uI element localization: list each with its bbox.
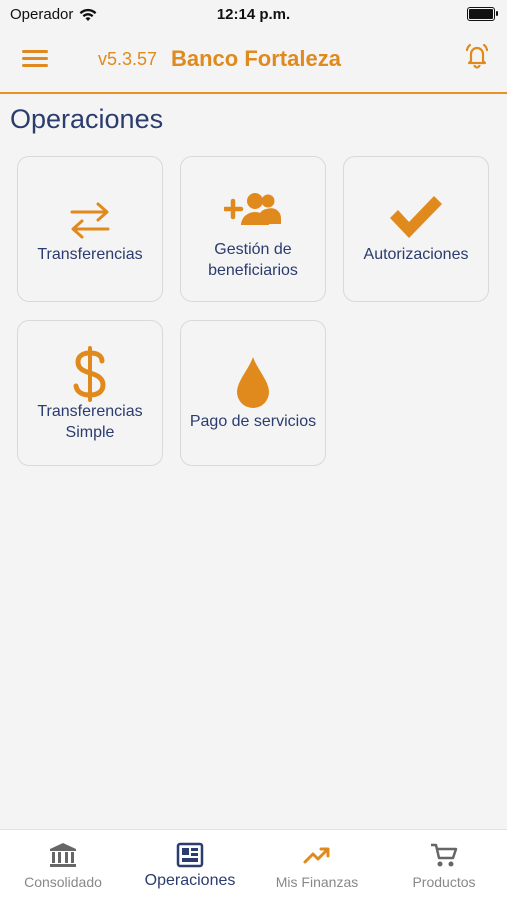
checkmark-icon <box>390 196 442 238</box>
tile-gestion-beneficiarios[interactable]: Gestión de beneficiarios <box>180 156 326 302</box>
bank-icon <box>50 843 76 867</box>
tab-label: Productos <box>412 874 476 890</box>
tab-operaciones[interactable]: Operaciones <box>127 830 253 900</box>
tile-label: Gestión de beneficiarios <box>208 241 298 279</box>
tab-mis-finanzas[interactable]: Mis Finanzas <box>254 830 380 900</box>
tab-label: Consolidado <box>24 874 102 890</box>
app-header: v5.3.57 Banco Fortaleza <box>0 30 507 94</box>
tile-label: Pago de servicios <box>189 413 317 430</box>
menu-icon-line <box>22 64 48 67</box>
tab-label: Operaciones <box>144 872 236 889</box>
tab-label: Mis Finanzas <box>275 874 359 890</box>
app-version: v5.3.57 <box>98 49 158 69</box>
tile-autorizaciones[interactable]: Autorizaciones <box>343 156 489 302</box>
status-bar: Operador 12:14 p.m. <box>0 0 507 30</box>
bottom-tab-bar: Consolidado Operaciones Mis Finanzas Pro… <box>0 829 507 900</box>
tile-pago-servicios[interactable]: Pago de servicios <box>180 320 326 466</box>
add-user-group-icon <box>224 193 281 225</box>
tile-label: Transferencias <box>37 246 143 263</box>
trending-up-icon <box>303 847 330 864</box>
page-title: Operaciones <box>10 104 164 134</box>
tile-label: Transferencias Simple <box>37 403 143 441</box>
operations-icon <box>176 842 204 868</box>
tile-label: Autorizaciones <box>363 246 469 263</box>
tile-transferencias-simple[interactable]: Transferencias Simple <box>17 320 163 466</box>
tab-consolidado[interactable]: Consolidado <box>0 830 126 900</box>
tab-productos[interactable]: Productos <box>381 830 507 900</box>
tile-transferencias[interactable]: Transferencias <box>17 156 163 302</box>
cart-icon <box>431 843 458 867</box>
menu-icon <box>22 50 48 53</box>
water-drop-icon <box>237 357 269 408</box>
transfer-arrows-icon <box>70 202 110 239</box>
status-time: 12:14 p.m. <box>216 6 291 23</box>
battery-icon <box>467 7 498 21</box>
menu-button[interactable] <box>22 47 48 69</box>
menu-icon-line <box>22 57 48 60</box>
dollar-sign-icon <box>73 346 106 402</box>
notification-bell-icon[interactable] <box>463 42 491 70</box>
bank-name: Banco Fortaleza <box>171 46 341 71</box>
